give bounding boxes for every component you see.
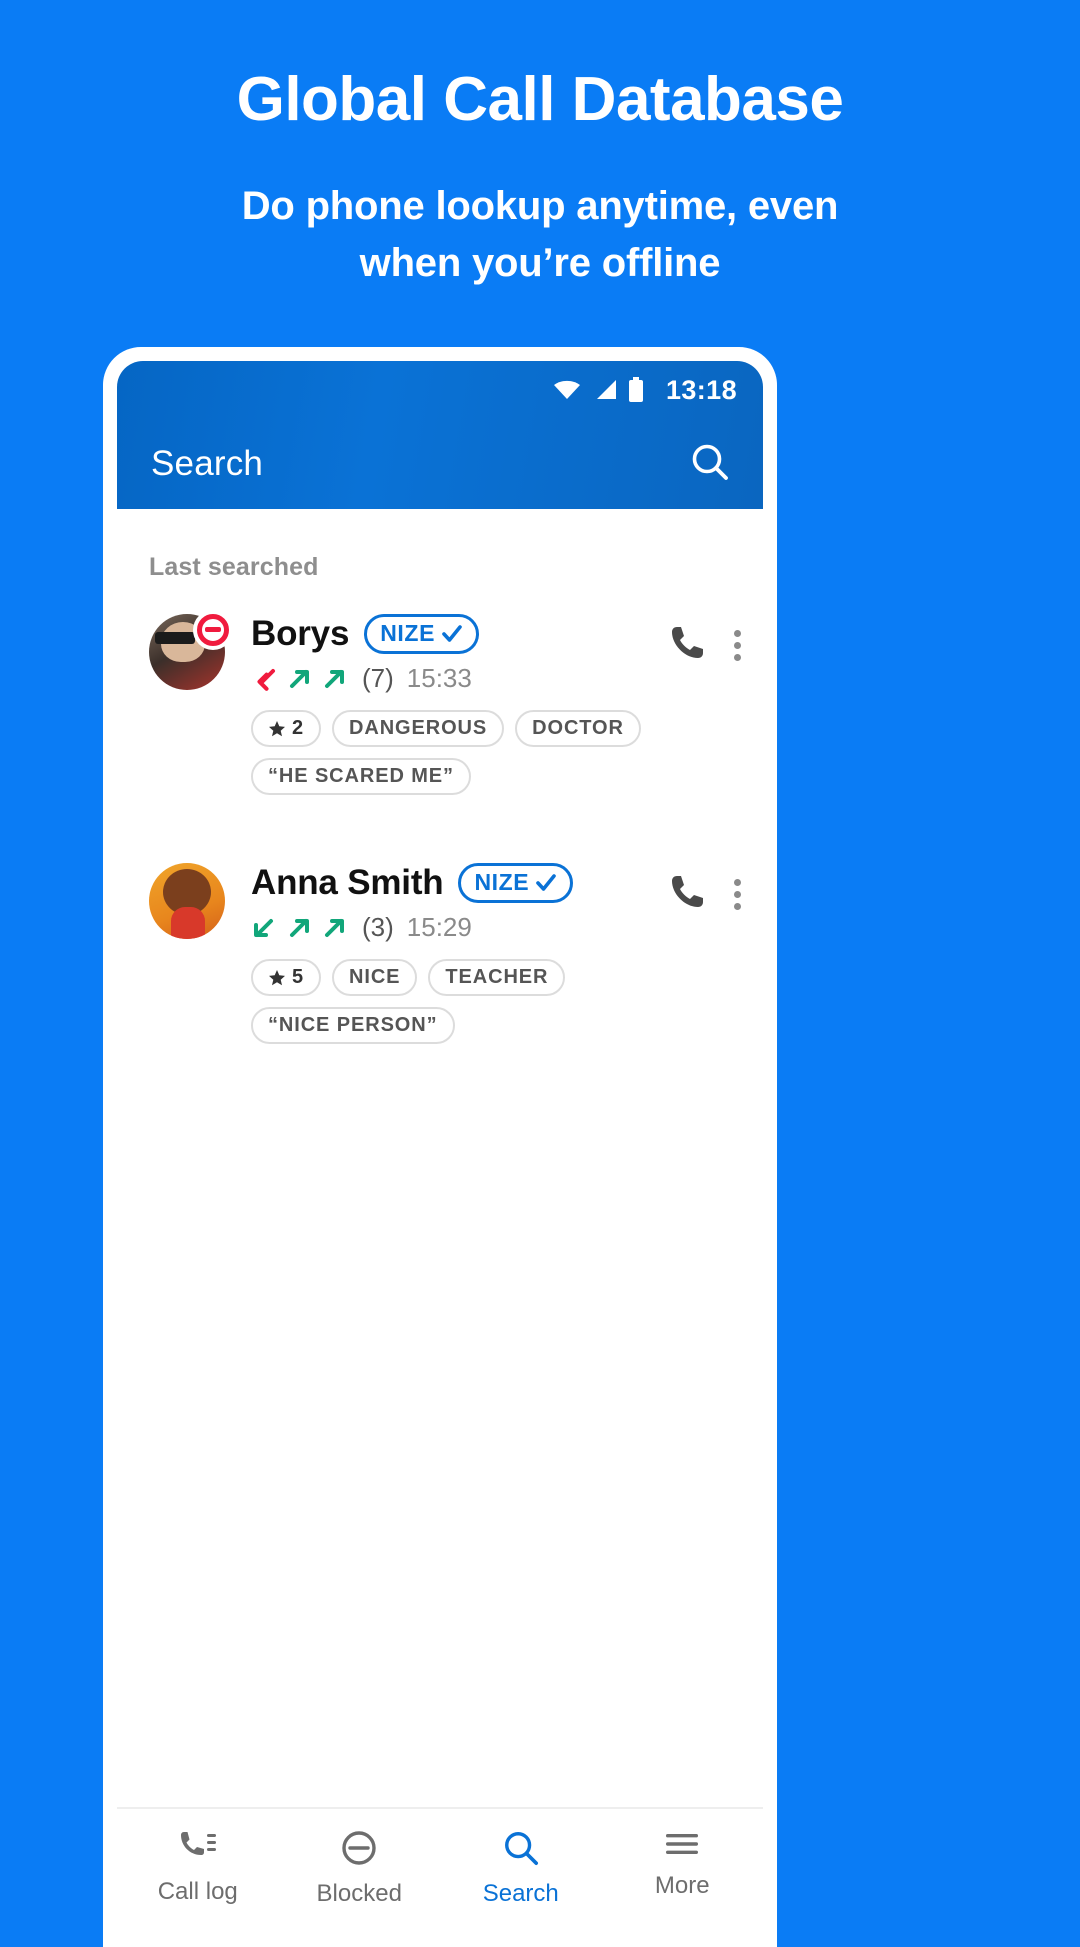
nav-item-more[interactable]: More (602, 1829, 764, 1900)
list-item[interactable]: Anna Smith NIZE (3) 15:29 5 NICE TEACHER… (117, 795, 763, 1044)
outgoing-call-arrow-icon (290, 918, 309, 937)
outgoing-call-arrow-icon (325, 918, 344, 937)
outgoing-call-arrow-icon (325, 669, 344, 688)
tag-quote[interactable]: “HE SCARED ME” (251, 758, 471, 795)
promo-subtitle-line2: when you’re offline (359, 240, 721, 285)
star-icon (269, 969, 285, 985)
contact-actions (668, 614, 741, 795)
call-log-icon (180, 1832, 216, 1855)
contact-body: Anna Smith NIZE (3) 15:29 5 NICE TEACHER… (225, 863, 668, 1044)
rating-tag[interactable]: 2 (251, 710, 322, 747)
phone-icon[interactable] (668, 622, 708, 667)
tag-list: 2 DANGEROUS DOCTOR “HE SCARED ME” (251, 710, 668, 795)
list-item[interactable]: Borys NIZE (7) 15:33 2 DANGEROUS DOCTOR … (117, 582, 763, 795)
blocked-icon (342, 1831, 376, 1865)
search-icon (504, 1832, 538, 1866)
status-badge: NIZE (458, 863, 574, 903)
incoming-call-arrow-icon (254, 918, 273, 937)
tag[interactable]: NICE (332, 959, 418, 996)
rating-value: 5 (292, 966, 305, 988)
search-icon[interactable] (689, 441, 731, 488)
contact-name-row: Anna Smith NIZE (251, 863, 668, 903)
tag[interactable]: DANGEROUS (332, 710, 505, 747)
more-vertical-icon[interactable] (734, 871, 741, 910)
bottom-navigation: Call log Blocked Search More (117, 1807, 763, 1947)
promo-header: Global Call Database Do phone lookup any… (0, 0, 1080, 292)
menu-icon (666, 1834, 699, 1854)
promo-subtitle: Do phone lookup anytime, even when you’r… (0, 178, 1080, 292)
status-bar: 13:18 (117, 361, 763, 419)
nav-item-blocked[interactable]: Blocked (279, 1829, 441, 1908)
avatar-image (149, 863, 225, 939)
more-vertical-icon[interactable] (734, 622, 741, 661)
contact-actions (668, 863, 741, 1044)
blocked-badge-icon (193, 610, 233, 650)
call-meta-row: (7) 15:33 (251, 663, 668, 694)
content-area: Last searched Borys NIZE (7) 15:33 2 DAN… (117, 509, 763, 1947)
search-title: Search (151, 444, 264, 483)
verified-badge-label: NIZE (474, 869, 530, 895)
call-time: 15:33 (406, 663, 472, 693)
check-icon (536, 873, 557, 891)
rating-value: 2 (292, 717, 305, 739)
nav-label: More (654, 1872, 710, 1899)
rating-tag[interactable]: 5 (251, 959, 322, 996)
section-title-last-searched: Last searched (149, 553, 319, 581)
status-bar-time: 13:18 (665, 374, 737, 405)
battery-icon (628, 377, 644, 403)
avatar (149, 863, 225, 1044)
outgoing-call-arrow-icon (290, 669, 309, 688)
call-count: (3) (362, 912, 394, 942)
nav-item-call-log[interactable]: Call log (117, 1829, 279, 1906)
tag[interactable]: DOCTOR (515, 710, 641, 747)
nav-item-search[interactable]: Search (440, 1829, 602, 1908)
tag-quote[interactable]: “NICE PERSON” (251, 1007, 455, 1044)
nav-label: Blocked (316, 1880, 402, 1907)
status-badge: NIZE (364, 614, 480, 654)
contact-name-row: Borys NIZE (251, 614, 668, 654)
page-title: Global Call Database (236, 65, 844, 134)
contact-name: Anna Smith (251, 863, 444, 902)
phone-mockup: 13:18 Search Last searched Borys NIZE (7… (103, 347, 777, 1947)
app-bar: 13:18 Search (117, 361, 763, 509)
tag[interactable]: TEACHER (428, 959, 566, 996)
search-bar[interactable]: Search (117, 419, 763, 509)
call-time: 15:29 (406, 912, 472, 942)
star-icon (269, 720, 285, 736)
phone-icon[interactable] (668, 871, 708, 916)
contact-name: Borys (251, 614, 350, 653)
promo-subtitle-line1: Do phone lookup anytime, even (241, 184, 839, 229)
tag-list: 5 NICE TEACHER “NICE PERSON” (251, 959, 668, 1044)
nav-label: Call log (157, 1878, 238, 1905)
signal-icon (592, 378, 618, 402)
wifi-icon (552, 378, 582, 402)
phone-screen: 13:18 Search Last searched Borys NIZE (7… (117, 361, 763, 1947)
contact-body: Borys NIZE (7) 15:33 2 DANGEROUS DOCTOR … (225, 614, 668, 795)
call-count: (7) (362, 663, 394, 693)
missed-incoming-call-arrow-icon (257, 668, 275, 691)
verified-badge-label: NIZE (380, 620, 436, 646)
nav-label: Search (482, 1880, 559, 1907)
avatar (149, 610, 233, 795)
check-icon (442, 624, 462, 642)
call-meta-row: (3) 15:29 (251, 912, 668, 943)
